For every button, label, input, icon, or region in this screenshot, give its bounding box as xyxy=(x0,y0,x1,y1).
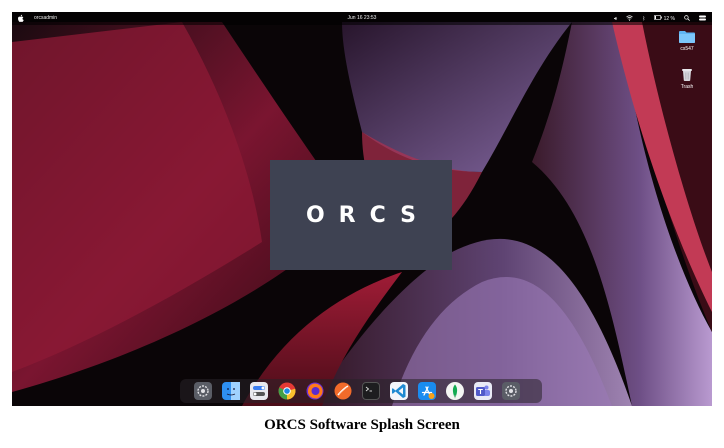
control-center-icon xyxy=(250,382,268,400)
figure-caption: ORCS Software Splash Screen xyxy=(264,417,460,433)
dock-swift[interactable] xyxy=(334,382,352,400)
bluetooth-icon[interactable]: ᛒ xyxy=(642,16,645,22)
firefox-icon xyxy=(306,382,324,400)
system-preferences-icon xyxy=(194,382,212,400)
control-center-menu-icon[interactable] xyxy=(699,15,706,23)
teams-icon xyxy=(474,382,492,400)
folder-icon xyxy=(679,31,695,43)
desktop-trash-item[interactable]: Trash xyxy=(672,67,702,90)
dock-chrome[interactable] xyxy=(278,382,296,400)
volume-icon[interactable]: 🔊︎ xyxy=(614,16,617,22)
terminal-icon xyxy=(362,382,380,400)
folder-label: cs547 xyxy=(680,46,694,52)
status-menu-items: 🔊︎ ᛒ 12 % xyxy=(614,13,706,24)
vscode-icon xyxy=(390,382,408,400)
dock xyxy=(180,379,542,403)
battery-indicator[interactable]: 12 % xyxy=(654,15,675,22)
spotlight-search-icon[interactable] xyxy=(684,14,690,23)
dock-app-store[interactable] xyxy=(418,382,436,400)
dock-mongodb-compass[interactable] xyxy=(446,382,464,400)
dock-control-center[interactable] xyxy=(250,382,268,400)
trash-icon xyxy=(682,69,692,81)
menu-bar: orcsadmin Jun 16 23:53 🔊︎ ᛒ 12 % xyxy=(12,12,712,25)
dock-teams[interactable] xyxy=(474,382,492,400)
dock-system-preferences[interactable] xyxy=(194,382,212,400)
system-preferences-icon xyxy=(502,382,520,400)
desktop-folder-item[interactable]: cs547 xyxy=(672,30,702,52)
swift-icon xyxy=(334,382,352,400)
dock-finder[interactable] xyxy=(222,382,240,400)
dock-terminal[interactable] xyxy=(362,382,380,400)
dock-system-preferences-2[interactable] xyxy=(502,382,520,400)
menubar-clock[interactable]: Jun 16 23:53 xyxy=(12,15,712,21)
desktop-screen: orcsadmin Jun 16 23:53 🔊︎ ᛒ 12 % cs547 T… xyxy=(12,12,712,406)
battery-percentage: 12 % xyxy=(663,16,675,22)
mongodb-compass-icon xyxy=(446,382,464,400)
trash-label: Trash xyxy=(680,84,694,90)
orcs-logo-text: ORCS xyxy=(305,202,431,228)
dock-vscode[interactable] xyxy=(390,382,408,400)
wifi-icon[interactable] xyxy=(626,14,633,23)
app-store-icon xyxy=(418,382,436,400)
dock-firefox[interactable] xyxy=(306,382,324,400)
chrome-icon xyxy=(278,382,296,400)
finder-icon xyxy=(222,382,240,400)
orcs-splash-window: ORCS xyxy=(270,160,452,270)
